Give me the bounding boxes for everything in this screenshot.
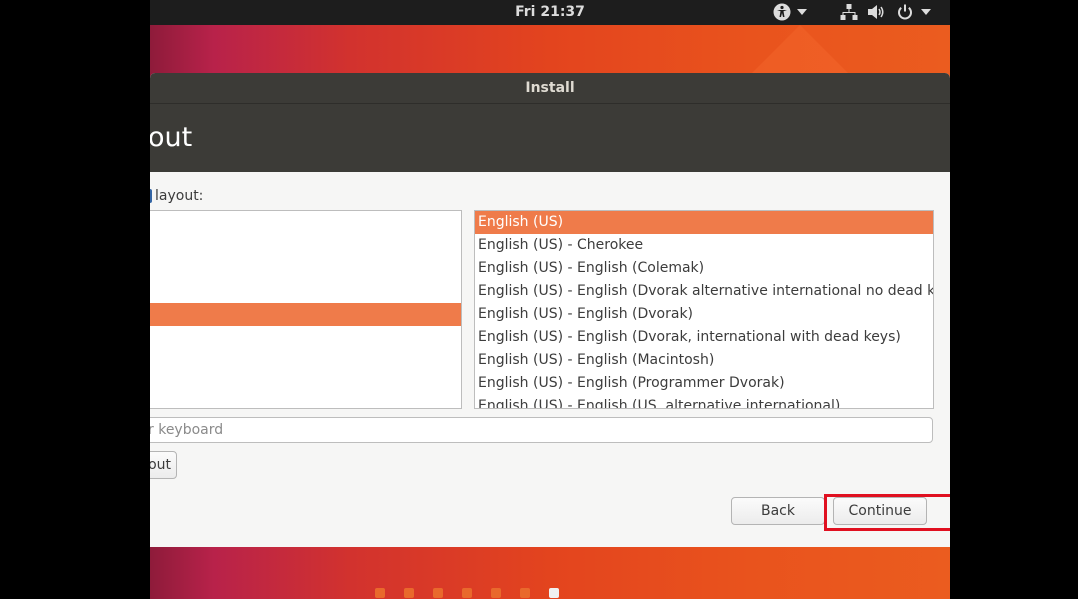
clock[interactable]: Fri 21:37 (150, 4, 950, 20)
language-list-item[interactable] (150, 349, 461, 372)
progress-dot (375, 588, 385, 598)
variant-list-item[interactable]: English (US) - English (Colemak) (475, 257, 933, 280)
language-list-item[interactable] (150, 211, 461, 234)
language-list-item[interactable] (150, 280, 461, 303)
language-list-item[interactable] (150, 303, 461, 326)
variant-list-item[interactable]: English (US) - English (Programmer Dvora… (475, 372, 933, 395)
keyboard-layout-content: layout: English (US) English (US) - Chero… (150, 172, 950, 547)
system-menu[interactable] (840, 2, 931, 22)
variant-list-item[interactable]: English (US) - English (Dvorak) (475, 303, 933, 326)
progress-dot (520, 588, 530, 598)
keyboard-test-input[interactable] (150, 417, 933, 443)
progress-dot (462, 588, 472, 598)
top-panel: Fri 21:37 (150, 0, 950, 25)
desktop-screen: Fri 21:37 Install out layout: English (U… (150, 0, 950, 599)
variant-list-item[interactable]: English (US) - English (Macintosh) (475, 349, 933, 372)
accessibility-menu[interactable] (773, 2, 807, 22)
chevron-down-icon (797, 9, 807, 15)
continue-button[interactable]: Continue (833, 497, 927, 525)
layout-label-row: layout: (150, 188, 203, 204)
progress-dot (549, 588, 559, 598)
mnemonic-underline-mark (150, 189, 152, 203)
variant-list-item[interactable]: English (US) - Cherokee (475, 234, 933, 257)
progress-dots (150, 588, 950, 599)
detect-layout-button[interactable]: out (150, 451, 177, 479)
progress-dot (404, 588, 414, 598)
installer-window: Install yout layout: English (US)English… (150, 73, 950, 547)
language-list-item[interactable] (150, 257, 461, 280)
keyboard-language-list[interactable] (150, 210, 462, 409)
language-list-item[interactable] (150, 372, 461, 395)
page-header: yout (150, 103, 950, 172)
keyboard-variant-list[interactable]: English (US) English (US) - Cherokee Engli… (474, 210, 934, 409)
window-titlebar[interactable]: Install (150, 73, 950, 103)
progress-dot (491, 588, 501, 598)
power-icon (897, 4, 913, 20)
variant-list-item[interactable]: English (US) - English (US, alternative … (475, 395, 933, 408)
network-icon (840, 3, 858, 21)
page-title: yout (150, 122, 193, 153)
accessibility-icon (773, 3, 791, 21)
variant-list-item[interactable]: English (US) (475, 211, 933, 234)
variant-list-item[interactable]: English (US) - English (Dvorak alternati… (475, 280, 933, 303)
back-button[interactable]: Back (731, 497, 825, 525)
chevron-down-icon (921, 9, 931, 15)
progress-dot (433, 588, 443, 598)
language-list-item[interactable] (150, 326, 461, 349)
language-list-item[interactable] (150, 234, 461, 257)
layout-label: layout: (155, 188, 204, 204)
variant-list-item[interactable]: English (US) - English (Dvorak, internat… (475, 326, 933, 349)
volume-icon (867, 3, 885, 21)
